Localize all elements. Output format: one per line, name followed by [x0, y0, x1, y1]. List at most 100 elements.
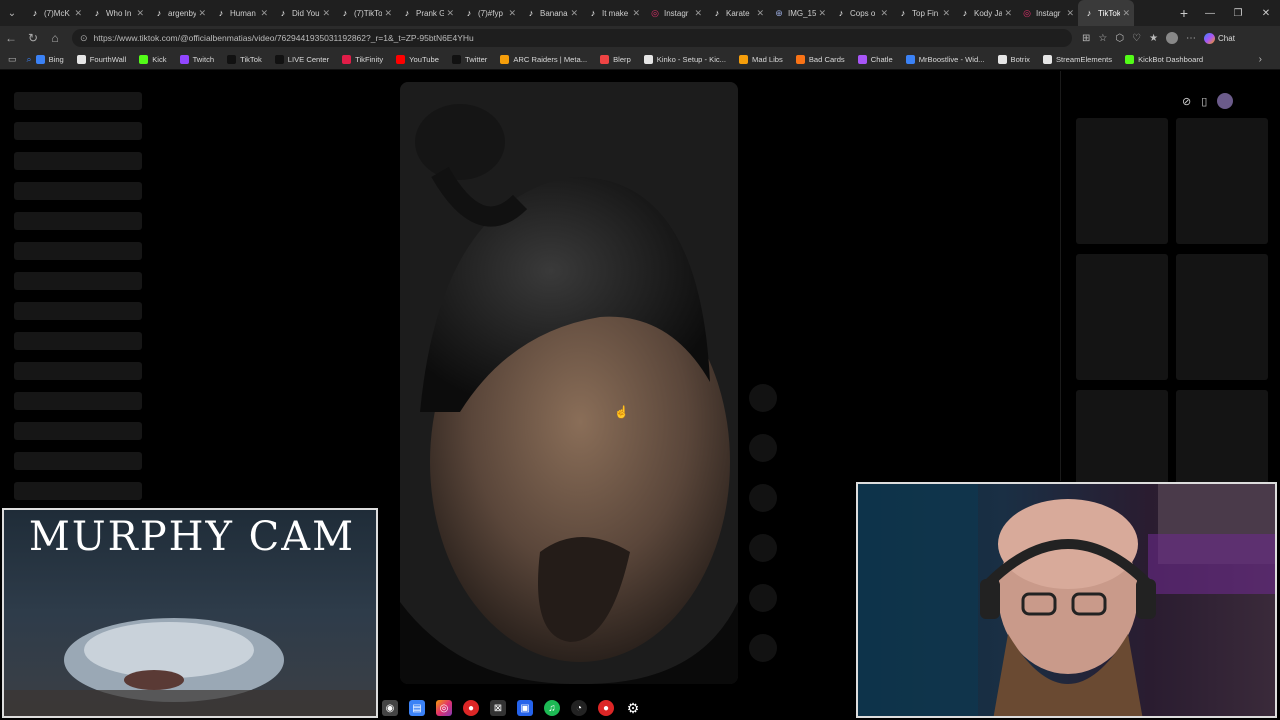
bookmark-item[interactable]: ARC Raiders | Meta... [500, 55, 587, 64]
close-tab-icon[interactable]: ✕ [694, 8, 702, 19]
bookmarks-bar: ▭ ⌕ Bing FourthWall Kick Twitch TikTok LIVE C… [0, 50, 1280, 70]
tab-15[interactable]: ♪ Kody Ja ✕ [954, 0, 1016, 26]
bookmark-item[interactable]: TikFinity [342, 55, 383, 64]
record-icon[interactable]: ● [463, 700, 479, 716]
obs-icon[interactable]: ◉ [382, 700, 398, 716]
tab-16[interactable]: ◎ Instagr ✕ [1016, 0, 1078, 26]
notepad-icon[interactable]: ▤ [409, 700, 425, 716]
share-button[interactable] [749, 534, 777, 562]
bookmark-item[interactable]: KickBot Dashboard [1125, 55, 1203, 64]
compass-icon[interactable]: ⊘ [1182, 95, 1191, 108]
skeleton-bar [14, 302, 142, 320]
close-tab-icon[interactable]: ✕ [632, 8, 640, 19]
chevron-right-icon[interactable]: › [1259, 54, 1262, 65]
close-tab-icon[interactable]: ✕ [198, 8, 206, 19]
tab-5[interactable]: ♪ (7)TikTo ✕ [334, 0, 396, 26]
close-tab-icon[interactable]: ✕ [136, 8, 144, 19]
bookmark-item[interactable]: Chatle [857, 55, 893, 64]
browser-essentials-icon[interactable]: ♡ [1132, 33, 1141, 44]
new-tab-button[interactable]: + [1172, 5, 1196, 21]
tab-3[interactable]: ♪ Human ✕ [210, 0, 272, 26]
bookmark-item[interactable]: TikTok [227, 55, 262, 64]
close-tab-icon[interactable]: ✕ [942, 8, 950, 19]
bookmark-item[interactable]: Bad Cards [795, 55, 845, 64]
gear-icon[interactable]: ⚙ [625, 700, 641, 716]
home-button[interactable]: ⌂ [44, 31, 66, 45]
tab-14[interactable]: ♪ Top Fin ✕ [892, 0, 954, 26]
close-tab-icon[interactable]: ✕ [756, 8, 764, 19]
bookmark-item[interactable]: YouTube [396, 55, 439, 64]
close-tab-icon[interactable]: ✕ [1004, 8, 1012, 19]
close-tab-icon[interactable]: ✕ [880, 8, 888, 19]
instagram-icon[interactable]: ◎ [436, 700, 452, 716]
capture-icon[interactable]: ⊠ [490, 700, 506, 716]
bookmark-item[interactable]: Bing [35, 55, 64, 64]
tab-8[interactable]: ♪ Banana ✕ [520, 0, 582, 26]
tab-0[interactable]: ♪ (7)McK ✕ [24, 0, 86, 26]
favorite-star-icon[interactable]: ☆ [1098, 33, 1107, 44]
url-text: https://www.tiktok.com/@officialbenmatia… [93, 33, 474, 43]
phone-icon[interactable]: ▯ [1201, 95, 1207, 108]
tab-2[interactable]: ♪ argenby ✕ [148, 0, 210, 26]
music-disc-button[interactable] [749, 634, 777, 662]
tab-4[interactable]: ♪ Did You ✕ [272, 0, 334, 26]
close-tab-icon[interactable]: ✕ [260, 8, 268, 19]
close-window-button[interactable]: ✕ [1252, 8, 1280, 19]
bookmark-label: YouTube [409, 55, 439, 64]
tab-6[interactable]: ♪ Prank G ✕ [396, 0, 458, 26]
repost-button[interactable] [749, 584, 777, 612]
close-tab-icon[interactable]: ✕ [508, 8, 516, 19]
tab-11[interactable]: ♪ Karate ✕ [706, 0, 768, 26]
bookmark-item[interactable]: StreamElements [1042, 55, 1112, 64]
bookmark-item[interactable]: Botrix [997, 55, 1030, 64]
url-field[interactable]: ⊙ https://www.tiktok.com/@officialbenmat… [72, 29, 1072, 47]
close-tab-icon[interactable]: ✕ [322, 8, 330, 19]
monitor-icon[interactable]: ▣ [517, 700, 533, 716]
close-tab-icon[interactable]: ✕ [818, 8, 826, 19]
back-button[interactable]: ← [0, 31, 22, 45]
reload-button[interactable]: ↻ [22, 31, 44, 45]
tab-17[interactable]: ♪ TikTok ✕ [1078, 0, 1134, 26]
comment-button[interactable] [749, 434, 777, 462]
bookmark-item[interactable]: Kick [139, 55, 167, 64]
record-2-icon[interactable]: ● [598, 700, 614, 716]
close-tab-icon[interactable]: ✕ [384, 8, 392, 19]
collections-icon[interactable]: ★ [1149, 33, 1158, 44]
video-player[interactable] [400, 82, 738, 684]
tab-12[interactable]: ⊕ IMG_15 ✕ [768, 0, 830, 26]
site-info-icon[interactable]: ⊙ [80, 33, 88, 44]
tab-1[interactable]: ♪ Who In ✕ [86, 0, 148, 26]
like-button[interactable] [749, 384, 777, 412]
profile-avatar-icon[interactable] [1166, 32, 1179, 44]
more-menu-icon[interactable]: ⋯ [1186, 33, 1196, 44]
bookmark-item[interactable]: LIVE Center [274, 55, 329, 64]
close-tab-icon[interactable]: ✕ [1066, 8, 1074, 19]
minimize-button[interactable]: — [1196, 8, 1224, 19]
close-tab-icon[interactable]: ✕ [446, 8, 454, 19]
bookmark-item[interactable]: Twitch [179, 55, 214, 64]
bookmark-item[interactable]: FourthWall [76, 55, 126, 64]
copilot-chat-button[interactable]: Chat [1204, 32, 1235, 44]
user-avatar[interactable] [1217, 93, 1234, 109]
close-tab-icon[interactable]: ✕ [74, 8, 82, 19]
tab-9[interactable]: ♪ It make ✕ [582, 0, 644, 26]
tab-7[interactable]: ♪ (7)#fyp ✕ [458, 0, 520, 26]
extensions-icon[interactable]: ⬡ [1115, 33, 1124, 44]
save-button[interactable] [749, 484, 777, 512]
bookmark-item[interactable]: Twitter [451, 55, 487, 64]
tab-10[interactable]: ◎ Instagr ✕ [644, 0, 706, 26]
spotify-icon[interactable]: ♫ [544, 700, 560, 716]
tab-list-menu-button[interactable]: ⌄ [0, 0, 24, 26]
tab-13[interactable]: ♪ Cops o ✕ [830, 0, 892, 26]
bookmark-item[interactable]: Mad Libs [739, 55, 783, 64]
restore-button[interactable]: ❐ [1224, 8, 1252, 19]
bookmark-item[interactable]: Kinko - Setup - Kic... [643, 55, 726, 64]
split-screen-icon[interactable]: ⊞ [1082, 33, 1090, 44]
speedometer-icon[interactable]: ◔ [571, 700, 587, 716]
close-tab-icon[interactable]: ✕ [570, 8, 578, 19]
close-tab-icon[interactable]: ✕ [1122, 8, 1130, 19]
bookmarks-toggle-icon[interactable]: ▭ [8, 54, 17, 65]
bookmark-item[interactable]: MrBoostlive - Wid... [905, 55, 985, 64]
bookmark-item[interactable]: Blerp [600, 55, 631, 64]
bookmark-label: Botrix [1010, 55, 1030, 64]
